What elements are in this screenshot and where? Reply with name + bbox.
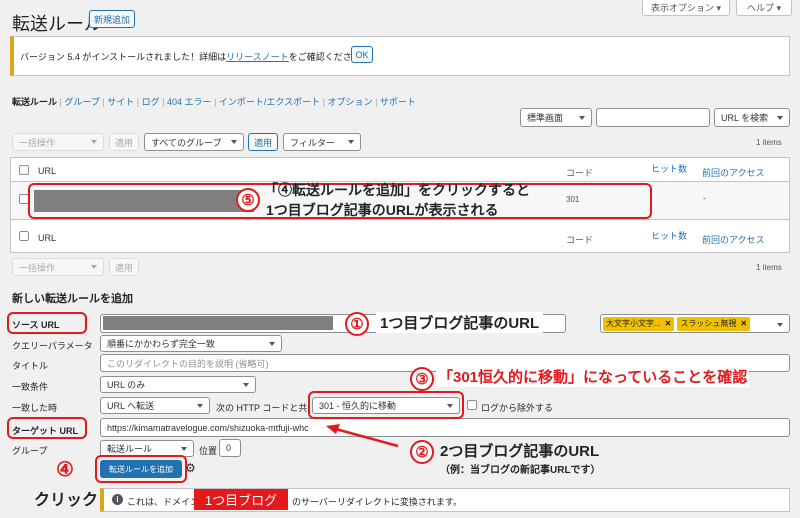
col-header-url[interactable]: URL xyxy=(38,166,56,176)
item-count-bottom: 1 items xyxy=(756,263,782,272)
annotation-text-1: 1つ目ブログ記事のURL xyxy=(376,312,544,333)
annotation-text-5a: 「④転送ルールを追加」をクリックすると xyxy=(264,182,530,198)
case-insensitive-tag[interactable]: 大文字小文字... ✕ xyxy=(603,316,675,331)
annotation-text-2: 2つ目ブログ記事のURL xyxy=(440,443,600,460)
chevron-down-icon xyxy=(269,341,275,346)
annotation-text-3: 「301恒久的に移動」になっていることを確認 xyxy=(436,366,750,387)
exclude-log-checkbox[interactable] xyxy=(467,400,477,410)
chevron-down-icon xyxy=(348,140,354,144)
annotation-badge-2: ② xyxy=(410,440,434,464)
subnav-item-support[interactable]: サポート xyxy=(380,97,416,107)
group-apply-button[interactable]: 適用 xyxy=(248,133,278,151)
notice-text: バージョン 5.4 がインストールされました！詳細はリリースノートをご確認くださ… xyxy=(20,52,370,62)
add-rule-heading: 新しい転送ルールを追加 xyxy=(12,293,133,305)
bulk-apply-button-bottom[interactable]: 適用 xyxy=(109,258,139,276)
annotation-badge-5: ⑤ xyxy=(236,188,260,212)
ignore-slash-tag[interactable]: スラッシュ無視 ✕ xyxy=(677,316,751,331)
query-params-select[interactable]: 順番にかかわらず完全一致 xyxy=(100,335,282,352)
info-text-before: これは、ドメイン xyxy=(127,497,200,507)
annotation-badge-1: ① xyxy=(345,312,369,336)
chevron-down-icon xyxy=(197,403,203,408)
subnav-item-404[interactable]: 404 エラー xyxy=(167,97,212,107)
group-label: グループ xyxy=(12,446,48,456)
match-label: 一致条件 xyxy=(12,382,49,392)
search-url-select[interactable]: URL を検索 xyxy=(714,108,790,127)
http-code-label: 次の HTTP コードと共に xyxy=(216,403,308,413)
chevron-down-icon xyxy=(91,265,97,269)
select-all-checkbox-footer[interactable] xyxy=(19,231,29,241)
annotation-box-source-label xyxy=(7,312,87,334)
annotation-box-target-label xyxy=(7,417,87,439)
close-icon[interactable]: ✕ xyxy=(740,319,747,328)
new-rule-button[interactable]: 新規追加 xyxy=(89,10,135,28)
col-footer-last-access[interactable]: 前回のアクセス xyxy=(702,233,765,246)
annotation-badge-3: ③ xyxy=(410,367,434,391)
filter-select[interactable]: フィルター xyxy=(283,133,361,151)
screen-options-button[interactable]: 表示オプション ▾ xyxy=(642,0,730,16)
chevron-down-icon xyxy=(777,115,783,120)
annotation-box-add-button xyxy=(95,455,187,483)
match-select[interactable]: URL のみ xyxy=(100,376,256,393)
col-header-code[interactable]: コード xyxy=(566,166,593,179)
subnav-item-import-export[interactable]: インポート/エクスポート xyxy=(219,97,320,107)
col-header-last-access[interactable]: 前回のアクセス xyxy=(702,166,765,179)
subnav-item-log[interactable]: ログ xyxy=(142,97,160,107)
position-label: 位置 xyxy=(199,446,218,456)
group-filter-select[interactable]: すべてのグループ xyxy=(144,133,244,151)
query-params-label: クエリーパラメータ xyxy=(12,341,93,351)
col-footer-url[interactable]: URL xyxy=(38,233,56,243)
source-flags-select[interactable]: 大文字小文字... ✕ スラッシュ無視 ✕ xyxy=(600,314,790,333)
chevron-down-icon xyxy=(91,140,97,144)
close-icon[interactable]: ✕ xyxy=(665,319,672,328)
col-footer-hits[interactable]: ヒット数 xyxy=(651,229,687,242)
subnav: 転送ルール | グループ | サイト | ログ | 404 エラー | インポー… xyxy=(12,97,416,107)
annotation-text-5b: 1つ目ブログ記事のURLが表示される xyxy=(266,202,499,218)
annotation-badge-4: ④ xyxy=(56,459,74,481)
annotation-text-4: クリック xyxy=(34,492,99,509)
when-matched-select[interactable]: URL へ転送 xyxy=(100,397,210,414)
bulk-actions-select[interactable]: 一括操作 xyxy=(12,133,104,151)
search-mode-select[interactable]: 標準画面 xyxy=(520,108,592,127)
position-input[interactable]: 0 xyxy=(219,439,241,457)
row-last-access: - xyxy=(703,193,706,203)
title-label: タイトル xyxy=(12,361,49,371)
info-icon: i xyxy=(112,494,123,505)
col-footer-code[interactable]: コード xyxy=(566,233,593,246)
subnav-item-options[interactable]: オプション xyxy=(328,97,373,107)
bulk-apply-button[interactable]: 適用 xyxy=(109,133,139,151)
subnav-item-redirects[interactable]: 転送ルール xyxy=(12,97,57,107)
annotation-arrow xyxy=(326,424,399,448)
chevron-down-icon xyxy=(579,115,585,120)
redacted-domain: 1つ目ブログ xyxy=(194,489,288,510)
chevron-down-icon xyxy=(181,446,187,451)
item-count: 1 items xyxy=(756,138,782,147)
search-input[interactable] xyxy=(596,108,710,127)
help-button[interactable]: ヘルプ ▾ xyxy=(736,0,792,16)
source-url-redacted xyxy=(103,316,333,330)
chevron-down-icon xyxy=(777,323,783,327)
chevron-down-icon xyxy=(243,382,249,387)
annotation-box-http xyxy=(308,391,464,419)
col-header-hits[interactable]: ヒット数 xyxy=(651,162,687,175)
target-url-input[interactable]: https://kimamatravelogue.com/shizuoka-mt… xyxy=(100,418,790,437)
annotation-text-2b: （例：当ブログの新記事URLです） xyxy=(440,465,601,476)
info-text-after: のサーバーリダイレクトに変換されます。 xyxy=(292,497,463,507)
subnav-item-sites[interactable]: サイト xyxy=(107,97,134,107)
chevron-down-icon xyxy=(231,140,237,144)
subnav-item-groups[interactable]: グループ xyxy=(64,97,99,107)
release-notes-link[interactable]: リリースノート xyxy=(226,52,289,62)
select-all-checkbox[interactable] xyxy=(19,165,29,175)
notice-ok-button[interactable]: OK xyxy=(351,46,373,63)
exclude-log-label: ログから除外する xyxy=(481,403,554,413)
bulk-actions-select-bottom[interactable]: 一括操作 xyxy=(12,258,104,276)
when-matched-label: 一致した時 xyxy=(12,403,58,413)
